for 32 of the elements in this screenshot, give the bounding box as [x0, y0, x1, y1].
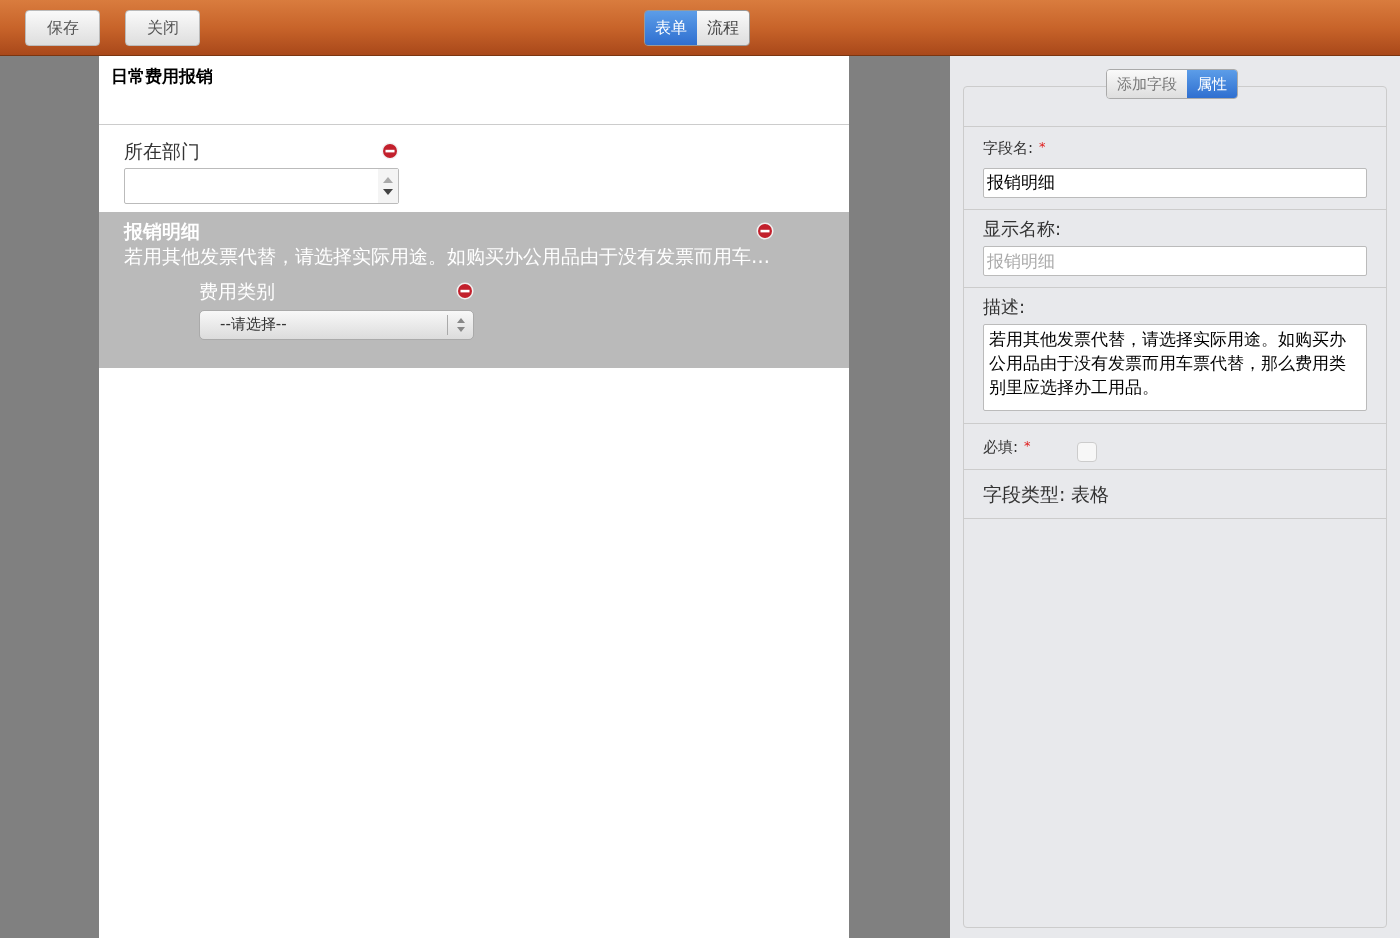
- table-field[interactable]: 报销明细 若用其他发票代替，请选择实际用途。如购买办公用品由于没有发票而用车… 费用类别 --请选择--: [99, 211, 849, 368]
- number-input[interactable]: [124, 167, 399, 204]
- field-label: 描述:: [983, 295, 1026, 317]
- remove-icon[interactable]: [381, 142, 399, 161]
- spinner-control[interactable]: [378, 168, 398, 203]
- field-label: 所在部门: [124, 139, 200, 164]
- toolbar-button[interactable]: 关闭: [125, 9, 200, 46]
- field-label: 字段名:: [983, 138, 1034, 159]
- form-title: 日常费用报销: [111, 66, 213, 86]
- field-label: 费用类别: [199, 279, 275, 304]
- field-type-text: 字段类型: 表格: [983, 482, 1110, 505]
- field-label: 报销明细: [124, 218, 200, 244]
- field-label: 显示名称:: [983, 217, 1062, 239]
- down-arrow-icon[interactable]: [383, 188, 393, 195]
- remove-icon[interactable]: [456, 282, 474, 301]
- description-textarea[interactable]: 若用其他发票代替，请选择实际用途。如购买办公用品由于没有发票而用车票代替，那么费用类别里应选择办工用品。: [983, 323, 1367, 411]
- view-tab[interactable]: 流程: [697, 11, 749, 45]
- field-label: 必填:: [983, 436, 1019, 458]
- input-field[interactable]: 报销明细: [983, 245, 1367, 276]
- panel-tab[interactable]: 属性: [1187, 70, 1237, 98]
- field-description: 若用其他发票代替，请选择实际用途。如购买办公用品由于没有发票而用车…: [124, 245, 771, 267]
- form-field[interactable]: 费用类别 --请选择--: [124, 267, 824, 340]
- required-checkbox[interactable]: [1076, 441, 1097, 462]
- view-tab[interactable]: 表单: [645, 11, 697, 45]
- input-field[interactable]: 报销明细: [983, 167, 1367, 198]
- select-dropdown[interactable]: --请选择--: [199, 309, 474, 340]
- required-mark: *: [1039, 138, 1046, 156]
- remove-icon[interactable]: [756, 221, 774, 240]
- panel-tab[interactable]: 添加字段: [1107, 70, 1187, 98]
- required-mark: *: [1024, 436, 1031, 455]
- toolbar-button[interactable]: 保存: [25, 9, 100, 46]
- updown-arrows-icon: [456, 317, 465, 332]
